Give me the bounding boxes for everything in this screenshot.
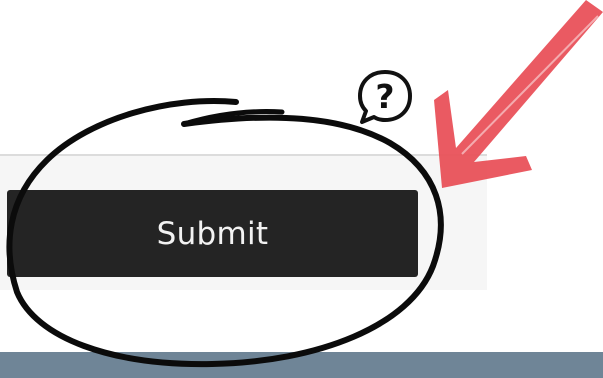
submit-button[interactable]: Submit (7, 190, 418, 277)
svg-text:?: ? (375, 77, 394, 116)
help-icon[interactable]: ? (354, 67, 416, 127)
footer-bar (0, 352, 603, 378)
